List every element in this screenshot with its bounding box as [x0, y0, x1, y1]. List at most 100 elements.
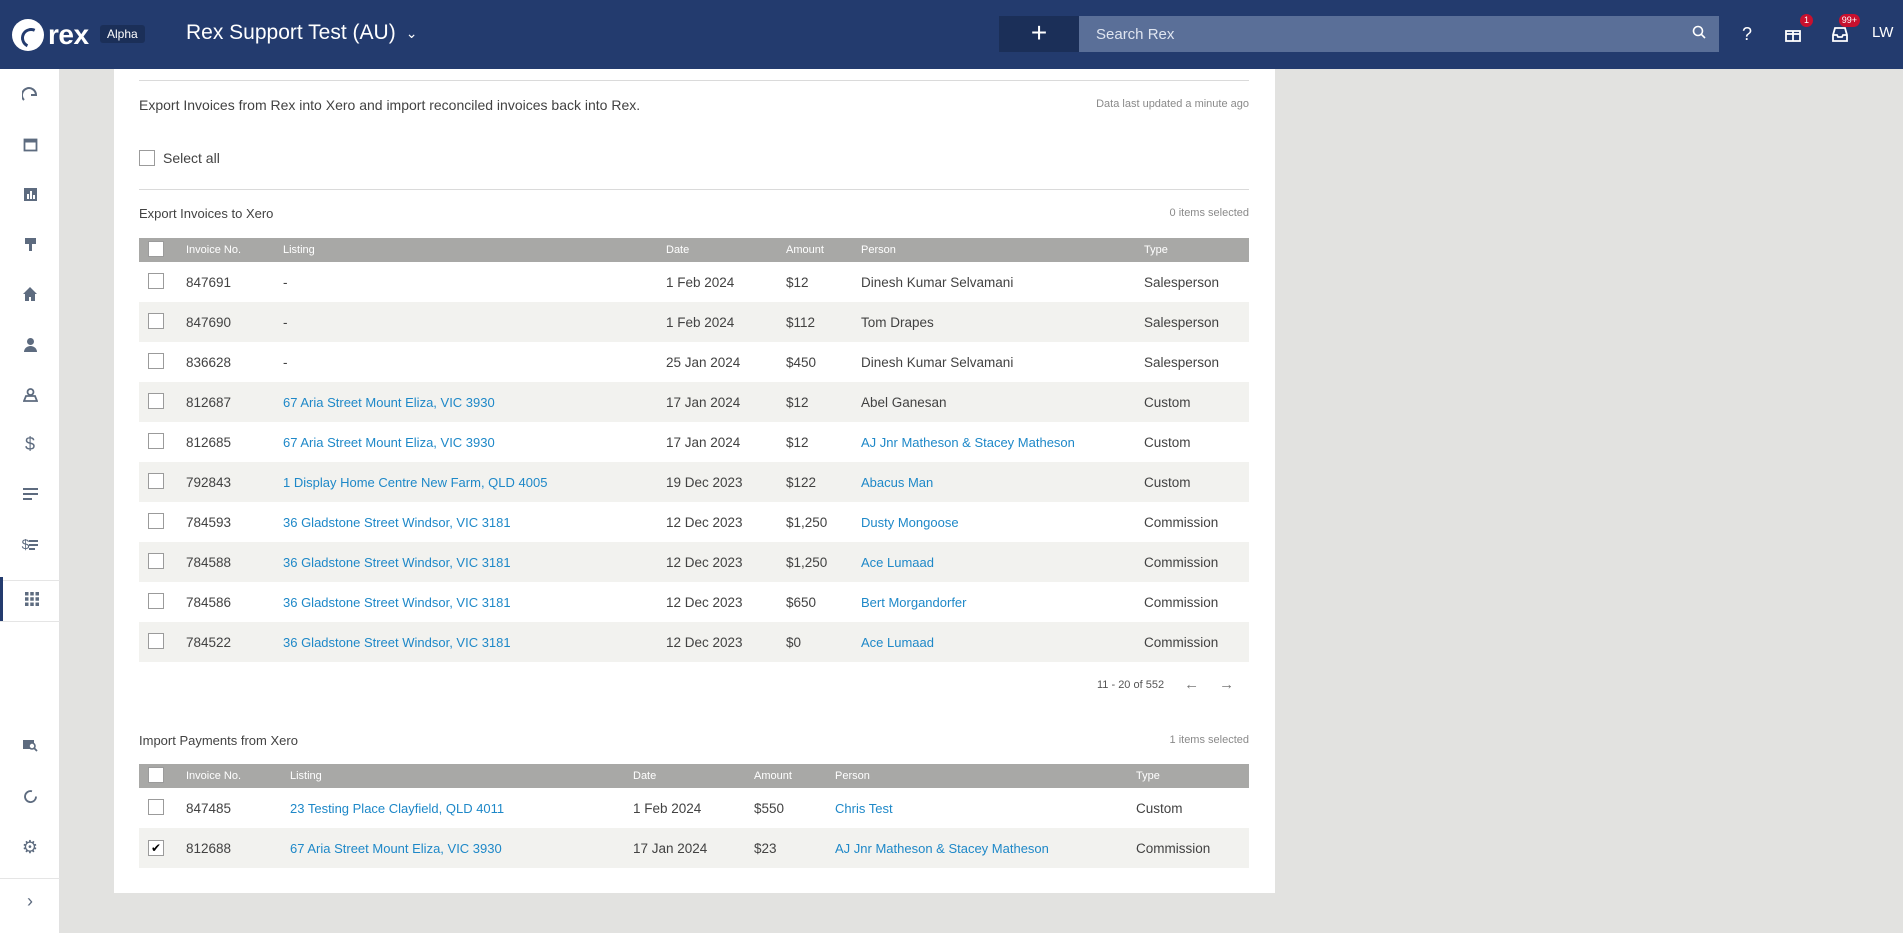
table-row[interactable]: 792843 1 Display Home Centre New Farm, QL…	[139, 462, 1249, 502]
page-range: 11 - 20 of 552	[1097, 678, 1165, 691]
invoice-number: 812688	[186, 840, 232, 856]
col-amount[interactable]: Amount	[754, 764, 835, 788]
select-all-checkbox[interactable]	[139, 150, 155, 166]
prev-page-icon[interactable]: ←	[1184, 676, 1199, 693]
table-row[interactable]: 847485 23 Testing Place Clayfield, QLD 40…	[139, 788, 1249, 828]
table-row[interactable]: 812687 67 Aria Street Mount Eliza, VIC 39…	[139, 382, 1249, 422]
add-button[interactable]: +	[999, 16, 1079, 52]
col-type[interactable]: Type	[1136, 764, 1249, 788]
person-link[interactable]: Ace Lumaad	[861, 555, 934, 570]
listing-link[interactable]: 67 Aria Street Mount Eliza, VIC 3930	[290, 841, 502, 856]
row-checkbox[interactable]	[148, 592, 164, 609]
person-cell: Tom Drapes	[861, 314, 934, 330]
listing-link[interactable]: 67 Aria Street Mount Eliza, VIC 3930	[283, 435, 495, 450]
row-checkbox[interactable]	[148, 272, 164, 289]
listing-link[interactable]: 23 Testing Place Clayfield, QLD 4011	[290, 801, 504, 816]
listing-link[interactable]: 36 Gladstone Street Windsor, VIC 3181	[283, 515, 511, 530]
table-row[interactable]: 812688 67 Aria Street Mount Eliza, VIC 39…	[139, 828, 1249, 868]
user-avatar[interactable]: LW	[1872, 24, 1893, 41]
col-invoice[interactable]: Invoice No.	[186, 764, 290, 788]
person-link[interactable]: Dusty Mongoose	[861, 515, 959, 530]
account-switcher[interactable]: Rex Support Test (AU) ⌄	[186, 21, 417, 45]
col-listing[interactable]: Listing	[290, 764, 633, 788]
header-select-all[interactable]	[139, 238, 186, 262]
search-input[interactable]	[1079, 25, 1679, 43]
person-link[interactable]: Ace Lumaad	[861, 635, 934, 650]
person-link[interactable]: Abacus Man	[861, 475, 933, 490]
search-icon[interactable]	[1679, 25, 1719, 44]
col-amount[interactable]: Amount	[786, 238, 861, 262]
row-checkbox[interactable]	[148, 352, 164, 369]
expand-icon[interactable]: ›	[0, 879, 60, 923]
person-cell: Abacus Man	[861, 462, 1144, 502]
type-cell: Salesperson	[1144, 354, 1220, 370]
inbox-icon[interactable]: 99+	[1826, 14, 1860, 48]
properties-icon[interactable]	[0, 272, 60, 316]
checkbox-cell	[139, 342, 186, 382]
row-checkbox[interactable]	[148, 798, 164, 815]
row-checkbox[interactable]	[148, 512, 164, 529]
checkbox-cell	[139, 382, 186, 422]
refresh-icon[interactable]	[0, 774, 60, 818]
date-cell: 1 Feb 2024	[666, 274, 735, 290]
row-checkbox[interactable]	[148, 312, 164, 329]
person-link[interactable]: Bert Morgandorfer	[861, 595, 967, 610]
help-icon[interactable]: ?	[1733, 20, 1761, 48]
reports-icon[interactable]	[0, 172, 60, 216]
apps-grid-icon[interactable]	[0, 577, 60, 621]
listing-link[interactable]: 36 Gladstone Street Windsor, VIC 3181	[283, 635, 511, 650]
select-all[interactable]: Select all	[139, 150, 220, 166]
settings-icon[interactable]: ⚙	[0, 825, 60, 869]
person-link[interactable]: AJ Jnr Matheson & Stacey Matheson	[861, 435, 1075, 450]
rex-logo[interactable]: rex	[12, 19, 89, 51]
gift-icon[interactable]: 1	[1779, 14, 1813, 48]
listing-link[interactable]: 1 Display Home Centre New Farm, QLD 4005	[283, 475, 547, 490]
table-row[interactable]: 847691 - 1 Feb 2024 $12 Dinesh Kumar Selvama…	[139, 262, 1249, 302]
table-row[interactable]: 784522 36 Gladstone Street Windsor, VIC 3…	[139, 622, 1249, 662]
amount-cell: $550	[754, 800, 785, 816]
invoice-number: 812685	[186, 434, 232, 450]
lists-icon[interactable]	[0, 472, 60, 516]
listing-cell: 36 Gladstone Street Windsor, VIC 3181	[283, 622, 666, 662]
calendar-icon[interactable]	[0, 122, 60, 166]
table-row[interactable]: 784588 36 Gladstone Street Windsor, VIC 3…	[139, 542, 1249, 582]
table-row[interactable]: 784593 36 Gladstone Street Windsor, VIC 3…	[139, 502, 1249, 542]
row-checkbox[interactable]	[148, 432, 164, 449]
listing-link[interactable]: 36 Gladstone Street Windsor, VIC 3181	[283, 595, 511, 610]
search-listings-icon[interactable]	[0, 723, 60, 767]
person-link[interactable]: Chris Test	[835, 801, 893, 816]
row-checkbox[interactable]	[148, 472, 164, 489]
row-checkbox[interactable]	[148, 392, 164, 409]
type-cell: Commission	[1136, 840, 1211, 856]
col-invoice[interactable]: Invoice No.	[186, 238, 283, 262]
row-checkbox[interactable]	[148, 552, 164, 569]
row-checkbox[interactable]	[148, 840, 164, 856]
last-updated: Data last updated a minute ago	[1096, 98, 1249, 110]
contacts-icon[interactable]	[0, 322, 60, 366]
col-person[interactable]: Person	[835, 764, 1136, 788]
rex-home-icon[interactable]	[0, 72, 60, 116]
amount-cell: $12	[786, 434, 809, 450]
row-checkbox[interactable]	[148, 632, 164, 649]
billing-icon[interactable]: $	[0, 522, 60, 566]
col-type[interactable]: Type	[1144, 238, 1249, 262]
leads-icon[interactable]	[0, 372, 60, 416]
date-cell: 12 Dec 2023	[666, 514, 743, 530]
table-row[interactable]: 784586 36 Gladstone Street Windsor, VIC 3…	[139, 582, 1249, 622]
col-date[interactable]: Date	[666, 238, 786, 262]
next-page-icon[interactable]: →	[1219, 676, 1234, 693]
person-link[interactable]: AJ Jnr Matheson & Stacey Matheson	[835, 841, 1049, 856]
marketing-icon[interactable]	[0, 222, 60, 266]
listing-link[interactable]: 36 Gladstone Street Windsor, VIC 3181	[283, 555, 511, 570]
table-row[interactable]: 836628 - 25 Jan 2024 $450 Dinesh Kumar Selva…	[139, 342, 1249, 382]
col-date[interactable]: Date	[633, 764, 754, 788]
header-select-all[interactable]	[139, 764, 186, 788]
col-person[interactable]: Person	[861, 238, 1144, 262]
listing-link[interactable]: 67 Aria Street Mount Eliza, VIC 3930	[283, 395, 495, 410]
table-row[interactable]: 847690 - 1 Feb 2024 $112 Tom Drapes Salespers…	[139, 302, 1249, 342]
table-row[interactable]: 812685 67 Aria Street Mount Eliza, VIC 39…	[139, 422, 1249, 462]
col-listing[interactable]: Listing	[283, 238, 666, 262]
finance-icon[interactable]: $	[0, 422, 60, 466]
page-description: Export Invoices from Rex into Xero and i…	[139, 97, 641, 113]
checkbox-cell	[139, 622, 186, 662]
